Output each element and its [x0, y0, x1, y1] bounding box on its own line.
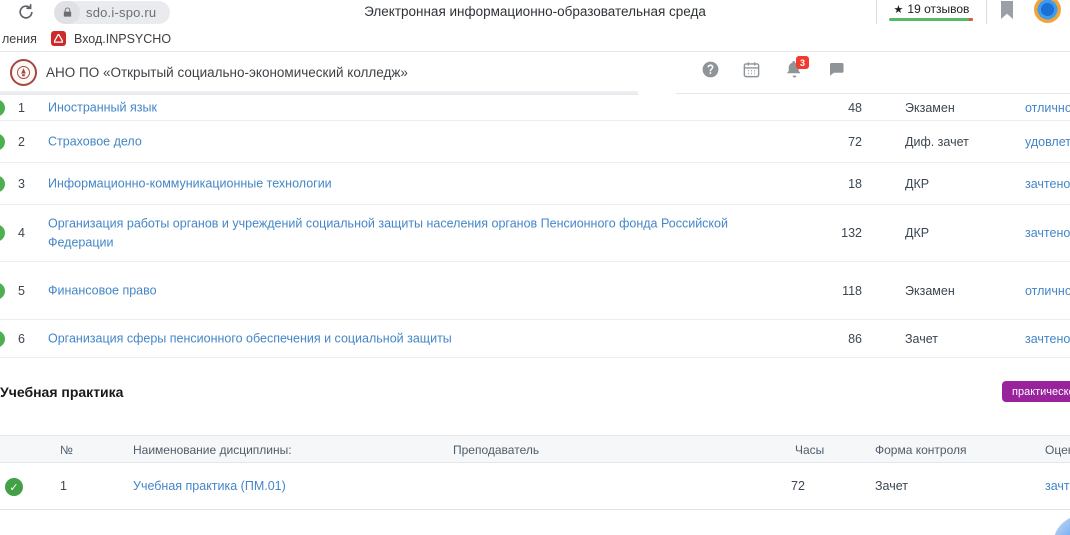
grade-link[interactable]: удовлетв	[1025, 135, 1070, 149]
bookmark-item-vhod[interactable]: Вход.INPSYCHO	[74, 32, 171, 46]
grade-link[interactable]: зачтено	[1025, 226, 1070, 240]
calendar-icon[interactable]	[742, 60, 761, 79]
header-divider-right	[676, 93, 1070, 94]
control-form: Зачет	[875, 479, 908, 493]
col-header-name: Наименование дисциплины:	[133, 443, 292, 457]
url-text: sdo.i-spo.ru	[86, 5, 156, 20]
discipline-link[interactable]: Иностранный язык	[48, 98, 728, 117]
discipline-link[interactable]: Информационно-коммуникационные технологи…	[48, 174, 728, 193]
grade-link[interactable]: зачте	[1045, 479, 1070, 493]
control-form: Экзамен	[905, 284, 1017, 298]
table-row: 4 Организация работы органов и учреждени…	[0, 205, 1070, 262]
table-row: 2 Страховое дело 72 Диф. зачет удовлетв	[0, 121, 1070, 163]
status-circle-icon	[0, 225, 5, 242]
table-row: 6 Организация сферы пенсионного обеспече…	[0, 320, 1070, 358]
college-logo-icon[interactable]	[10, 59, 37, 86]
status-circle-icon	[0, 330, 5, 347]
hours-value: 18	[818, 177, 862, 191]
grade-link[interactable]: отлично	[1025, 284, 1070, 298]
college-name: АНО ПО «Открытый социально-экономический…	[46, 65, 408, 80]
control-form: ДКР	[905, 177, 1017, 191]
status-circle-icon	[0, 99, 5, 116]
control-form: Зачет	[905, 332, 1017, 346]
row-number: 3	[18, 177, 40, 191]
notifications-bell-icon[interactable]: 3	[785, 60, 804, 79]
col-header-teacher: Преподаватель	[453, 443, 539, 457]
practice-link[interactable]: Учебная практика (ПМ.01)	[133, 479, 286, 493]
row-number: 1	[60, 479, 67, 493]
hours-value: 72	[791, 479, 805, 493]
site-header: АНО ПО «Открытый социально-экономический…	[0, 53, 1070, 91]
discipline-link[interactable]: Организация сферы пенсионного обеспечени…	[48, 329, 728, 348]
row-number: 4	[18, 226, 40, 240]
reviews-button[interactable]: ★19 отзывов	[876, 0, 987, 24]
table-row: 3 Информационно-коммуникационные техноло…	[0, 163, 1070, 205]
reviews-underline	[889, 18, 973, 21]
browser-chrome: sdo.i-spo.ru Электронная информационно-о…	[0, 0, 1070, 27]
row-number: 2	[18, 135, 40, 149]
lock-icon[interactable]	[54, 1, 80, 24]
control-form: ДКР	[905, 226, 1017, 240]
grade-link[interactable]: отлично	[1025, 101, 1070, 115]
control-form: Экзамен	[905, 101, 1017, 115]
hours-value: 48	[818, 101, 862, 115]
control-form: Диф. зачет	[905, 135, 1017, 149]
check-circle-icon: ✓	[5, 478, 23, 496]
col-header-num: №	[60, 443, 73, 457]
row-number: 6	[18, 332, 40, 346]
practice-badge: практическое	[1002, 381, 1070, 402]
practice-table-header: № Наименование дисциплины: Преподаватель…	[0, 435, 1070, 463]
bookmark-icon[interactable]	[1000, 1, 1014, 19]
col-header-grade: Оцен	[1045, 443, 1070, 457]
bookmark-item-partial[interactable]: ления	[2, 32, 37, 46]
col-header-control: Форма контроля	[875, 443, 967, 457]
status-circle-icon	[0, 133, 5, 150]
page-root: sdo.i-spo.ru Электронная информационно-о…	[0, 0, 1070, 535]
address-bar[interactable]: sdo.i-spo.ru	[54, 1, 170, 24]
grade-link[interactable]: зачтено	[1025, 177, 1070, 191]
status-circle-icon	[0, 282, 5, 299]
table-row: 5 Финансовое право 118 Экзамен отлично	[0, 262, 1070, 320]
chat-icon[interactable]	[827, 60, 846, 79]
notification-badge: 3	[796, 56, 809, 69]
help-icon[interactable]	[701, 60, 720, 79]
star-icon: ★	[894, 4, 904, 16]
floating-action-button[interactable]	[1053, 515, 1070, 535]
discipline-link[interactable]: Страховое дело	[48, 132, 728, 151]
bookmarks-bar: ления Вход.INPSYCHO	[0, 27, 1070, 52]
hours-value: 72	[818, 135, 862, 149]
hours-value: 86	[818, 332, 862, 346]
col-header-hours: Часы	[795, 443, 824, 457]
row-number: 1	[18, 101, 40, 115]
reviews-label: 19 отзывов	[907, 2, 969, 16]
hours-value: 132	[818, 226, 862, 240]
table-row: 1 Иностранный язык 48 Экзамен отлично	[0, 95, 1070, 121]
profile-avatar[interactable]	[1034, 0, 1061, 23]
row-number: 5	[18, 284, 40, 298]
section-title: Учебная практика	[0, 384, 123, 400]
refresh-icon[interactable]	[16, 2, 36, 22]
status-circle-icon	[0, 175, 5, 192]
discipline-link[interactable]: Финансовое право	[48, 281, 728, 300]
grade-link[interactable]: зачтено	[1025, 332, 1070, 346]
bookmark-favicon-icon[interactable]	[51, 31, 66, 46]
hours-value: 118	[818, 284, 862, 298]
discipline-link[interactable]: Организация работы органов и учреждений …	[48, 214, 728, 252]
practice-table-row: ✓ 1 Учебная практика (ПМ.01) 72 Зачет за…	[0, 463, 1070, 510]
